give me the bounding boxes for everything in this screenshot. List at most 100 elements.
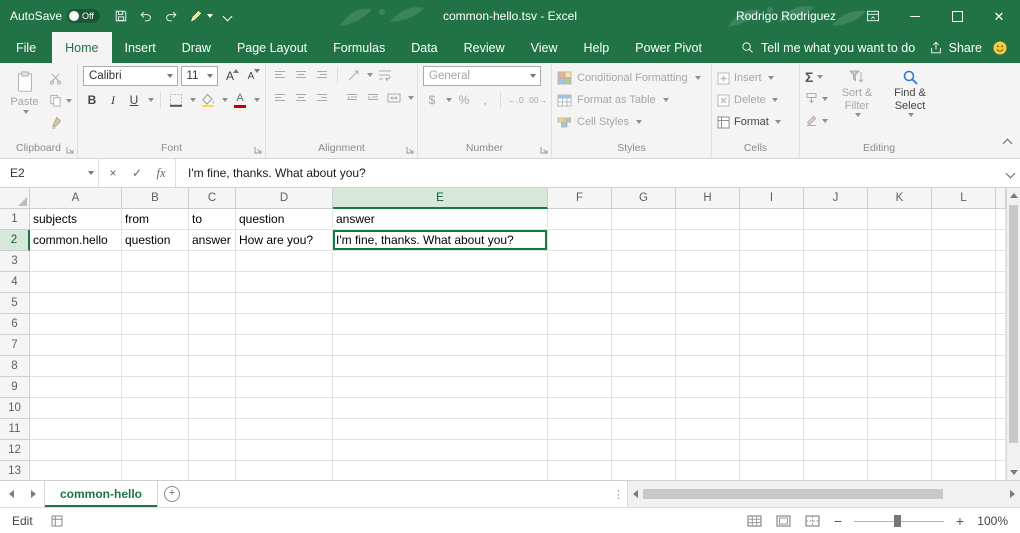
cell-overflow[interactable]	[996, 314, 1006, 335]
cell-F12[interactable]	[548, 440, 612, 461]
account-user-name[interactable]: Rodrigo Rodriguez	[736, 9, 836, 23]
tab-file[interactable]: File	[0, 32, 52, 63]
cell-G8[interactable]	[612, 356, 676, 377]
cell-A2[interactable]: common.hello	[30, 230, 122, 251]
font-dialog-launcher[interactable]	[253, 145, 263, 155]
cell-G7[interactable]	[612, 335, 676, 356]
tab-help[interactable]: Help	[571, 32, 623, 63]
cell-L4[interactable]	[932, 272, 996, 293]
cell-A7[interactable]	[30, 335, 122, 356]
fill-button[interactable]	[805, 90, 828, 107]
cell-E2[interactable]: I'm fine, thanks. What about you?	[333, 230, 548, 251]
increase-decimal-button[interactable]: ←.0	[507, 91, 525, 109]
cell-B6[interactable]	[122, 314, 189, 335]
view-normal-button[interactable]	[744, 513, 764, 529]
cell-L3[interactable]	[932, 251, 996, 272]
cell-D6[interactable]	[236, 314, 333, 335]
tab-data[interactable]: Data	[398, 32, 450, 63]
decrease-font-size-button[interactable]: A	[242, 67, 260, 85]
cell-E5[interactable]	[333, 293, 548, 314]
cell-E9[interactable]	[333, 377, 548, 398]
row-header-6[interactable]: 6	[0, 314, 30, 335]
cell-K11[interactable]	[868, 419, 932, 440]
horizontal-scroll-thumb[interactable]	[643, 489, 943, 499]
cell-D9[interactable]	[236, 377, 333, 398]
cell-I6[interactable]	[740, 314, 804, 335]
cell-L12[interactable]	[932, 440, 996, 461]
cell-D10[interactable]	[236, 398, 333, 419]
cell-H10[interactable]	[676, 398, 740, 419]
cell-C13[interactable]	[189, 461, 236, 480]
cell-J3[interactable]	[804, 251, 868, 272]
cell-I11[interactable]	[740, 419, 804, 440]
cell-F3[interactable]	[548, 251, 612, 272]
redo-button[interactable]	[164, 9, 178, 23]
cell-I3[interactable]	[740, 251, 804, 272]
cell-J2[interactable]	[804, 230, 868, 251]
cell-K3[interactable]	[868, 251, 932, 272]
wrap-text-button[interactable]	[376, 66, 394, 84]
cell-C3[interactable]	[189, 251, 236, 272]
column-header-overflow[interactable]	[996, 188, 1006, 209]
cell-C8[interactable]	[189, 356, 236, 377]
name-box[interactable]: E2	[0, 159, 99, 187]
column-header-C[interactable]: C	[189, 188, 236, 209]
cell-J13[interactable]	[804, 461, 868, 480]
cell-G10[interactable]	[612, 398, 676, 419]
ribbon-display-options-button[interactable]	[852, 0, 894, 32]
cell-E4[interactable]	[333, 272, 548, 293]
clipboard-dialog-launcher[interactable]	[65, 145, 75, 155]
cell-K5[interactable]	[868, 293, 932, 314]
cell-F2[interactable]	[548, 230, 612, 251]
underline-button[interactable]: U	[125, 91, 143, 109]
cell-L6[interactable]	[932, 314, 996, 335]
zoom-level-button[interactable]: 100%	[976, 514, 1008, 528]
draw-tool-button[interactable]	[189, 9, 213, 23]
font-color-button[interactable]: A	[231, 91, 249, 109]
cell-K7[interactable]	[868, 335, 932, 356]
cell-H1[interactable]	[676, 209, 740, 230]
align-bottom-button[interactable]	[313, 66, 331, 84]
cell-overflow[interactable]	[996, 230, 1006, 251]
cell-K9[interactable]	[868, 377, 932, 398]
cell-B10[interactable]	[122, 398, 189, 419]
cell-B4[interactable]	[122, 272, 189, 293]
scroll-right-button[interactable]	[1005, 481, 1020, 507]
row-header-12[interactable]: 12	[0, 440, 30, 461]
cell-overflow[interactable]	[996, 335, 1006, 356]
vertical-scroll-thumb[interactable]	[1009, 205, 1018, 443]
cell-B13[interactable]	[122, 461, 189, 480]
tab-home[interactable]: Home	[52, 32, 111, 63]
borders-button[interactable]	[167, 91, 185, 109]
align-center-button[interactable]	[292, 89, 310, 107]
cell-B12[interactable]	[122, 440, 189, 461]
comma-style-button[interactable]: ,	[476, 91, 494, 109]
row-header-10[interactable]: 10	[0, 398, 30, 419]
cell-B1[interactable]: from	[122, 209, 189, 230]
cell-J4[interactable]	[804, 272, 868, 293]
cell-J1[interactable]	[804, 209, 868, 230]
cell-J11[interactable]	[804, 419, 868, 440]
cell-styles-button[interactable]: Cell Styles	[557, 112, 706, 132]
cell-B3[interactable]	[122, 251, 189, 272]
cell-H4[interactable]	[676, 272, 740, 293]
row-header-3[interactable]: 3	[0, 251, 30, 272]
maximize-button[interactable]	[936, 0, 978, 32]
align-right-button[interactable]	[313, 89, 331, 107]
cell-E10[interactable]	[333, 398, 548, 419]
copy-button[interactable]	[49, 92, 72, 109]
cell-H7[interactable]	[676, 335, 740, 356]
column-header-F[interactable]: F	[548, 188, 612, 209]
cell-A9[interactable]	[30, 377, 122, 398]
tab-draw[interactable]: Draw	[169, 32, 224, 63]
decrease-decimal-button[interactable]: .00→	[528, 91, 546, 109]
column-header-A[interactable]: A	[30, 188, 122, 209]
row-header-11[interactable]: 11	[0, 419, 30, 440]
cell-B7[interactable]	[122, 335, 189, 356]
cell-B8[interactable]	[122, 356, 189, 377]
cell-E3[interactable]	[333, 251, 548, 272]
row-header-7[interactable]: 7	[0, 335, 30, 356]
cell-D8[interactable]	[236, 356, 333, 377]
cell-C5[interactable]	[189, 293, 236, 314]
cell-C12[interactable]	[189, 440, 236, 461]
